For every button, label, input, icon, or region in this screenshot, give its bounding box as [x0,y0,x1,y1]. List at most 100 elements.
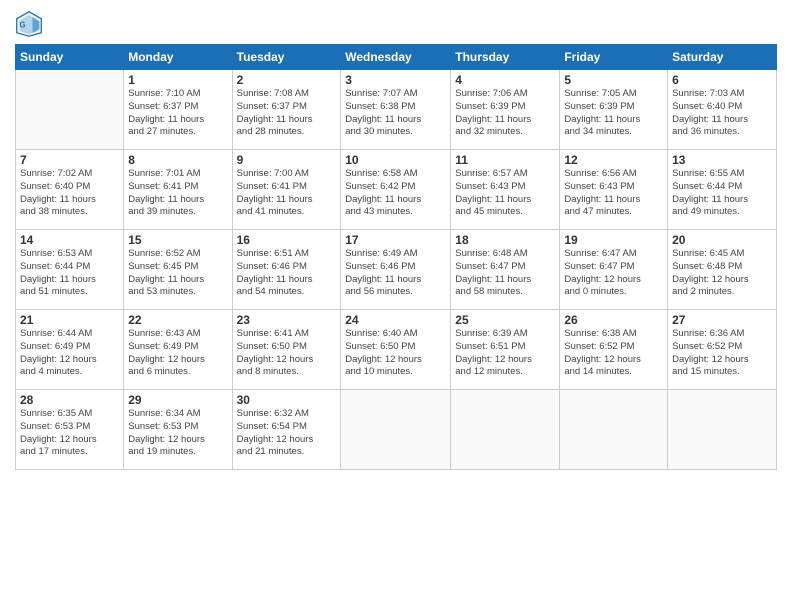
calendar-cell: 8Sunrise: 7:01 AMSunset: 6:41 PMDaylight… [124,150,232,230]
calendar-week-row: 28Sunrise: 6:35 AMSunset: 6:53 PMDayligh… [16,390,777,470]
calendar-week-row: 21Sunrise: 6:44 AMSunset: 6:49 PMDayligh… [16,310,777,390]
day-info: Sunrise: 7:02 AMSunset: 6:40 PMDaylight:… [20,168,119,219]
calendar-cell: 14Sunrise: 6:53 AMSunset: 6:44 PMDayligh… [16,230,124,310]
calendar-cell: 21Sunrise: 6:44 AMSunset: 6:49 PMDayligh… [16,310,124,390]
calendar-cell: 30Sunrise: 6:32 AMSunset: 6:54 PMDayligh… [232,390,341,470]
day-number: 19 [564,233,663,247]
calendar-cell: 23Sunrise: 6:41 AMSunset: 6:50 PMDayligh… [232,310,341,390]
day-number: 22 [128,313,227,327]
calendar-week-row: 1Sunrise: 7:10 AMSunset: 6:37 PMDaylight… [16,70,777,150]
calendar-cell [16,70,124,150]
day-info: Sunrise: 6:53 AMSunset: 6:44 PMDaylight:… [20,248,119,299]
day-info: Sunrise: 6:40 AMSunset: 6:50 PMDaylight:… [345,328,446,379]
day-number: 15 [128,233,227,247]
calendar-cell: 17Sunrise: 6:49 AMSunset: 6:46 PMDayligh… [341,230,451,310]
day-number: 16 [237,233,337,247]
day-info: Sunrise: 7:01 AMSunset: 6:41 PMDaylight:… [128,168,227,219]
day-info: Sunrise: 6:48 AMSunset: 6:47 PMDaylight:… [455,248,555,299]
day-number: 17 [345,233,446,247]
day-number: 25 [455,313,555,327]
day-number: 2 [237,73,337,87]
calendar-cell [341,390,451,470]
calendar-cell: 2Sunrise: 7:08 AMSunset: 6:37 PMDaylight… [232,70,341,150]
day-number: 27 [672,313,772,327]
day-number: 29 [128,393,227,407]
calendar-cell: 12Sunrise: 6:56 AMSunset: 6:43 PMDayligh… [560,150,668,230]
day-number: 12 [564,153,663,167]
calendar-cell [451,390,560,470]
day-number: 10 [345,153,446,167]
day-info: Sunrise: 6:35 AMSunset: 6:53 PMDaylight:… [20,408,119,459]
calendar-header-row: SundayMondayTuesdayWednesdayThursdayFrid… [16,45,777,70]
calendar-cell: 19Sunrise: 6:47 AMSunset: 6:47 PMDayligh… [560,230,668,310]
day-number: 18 [455,233,555,247]
calendar-cell [668,390,777,470]
day-number: 9 [237,153,337,167]
calendar-cell: 7Sunrise: 7:02 AMSunset: 6:40 PMDaylight… [16,150,124,230]
day-number: 11 [455,153,555,167]
day-info: Sunrise: 6:55 AMSunset: 6:44 PMDaylight:… [672,168,772,219]
svg-text:G: G [19,21,25,30]
calendar-cell: 13Sunrise: 6:55 AMSunset: 6:44 PMDayligh… [668,150,777,230]
day-number: 30 [237,393,337,407]
day-info: Sunrise: 6:47 AMSunset: 6:47 PMDaylight:… [564,248,663,299]
day-number: 5 [564,73,663,87]
calendar-week-row: 7Sunrise: 7:02 AMSunset: 6:40 PMDaylight… [16,150,777,230]
calendar-cell: 6Sunrise: 7:03 AMSunset: 6:40 PMDaylight… [668,70,777,150]
day-number: 4 [455,73,555,87]
calendar-cell: 3Sunrise: 7:07 AMSunset: 6:38 PMDaylight… [341,70,451,150]
logo: G [15,10,47,38]
calendar-cell: 4Sunrise: 7:06 AMSunset: 6:39 PMDaylight… [451,70,560,150]
day-info: Sunrise: 6:51 AMSunset: 6:46 PMDaylight:… [237,248,337,299]
day-info: Sunrise: 7:00 AMSunset: 6:41 PMDaylight:… [237,168,337,219]
calendar-day-header: Tuesday [232,45,341,70]
calendar-cell: 16Sunrise: 6:51 AMSunset: 6:46 PMDayligh… [232,230,341,310]
calendar-cell: 25Sunrise: 6:39 AMSunset: 6:51 PMDayligh… [451,310,560,390]
calendar-cell: 9Sunrise: 7:00 AMSunset: 6:41 PMDaylight… [232,150,341,230]
day-info: Sunrise: 6:57 AMSunset: 6:43 PMDaylight:… [455,168,555,219]
day-number: 1 [128,73,227,87]
day-info: Sunrise: 6:32 AMSunset: 6:54 PMDaylight:… [237,408,337,459]
day-info: Sunrise: 6:58 AMSunset: 6:42 PMDaylight:… [345,168,446,219]
day-number: 13 [672,153,772,167]
calendar-cell [560,390,668,470]
calendar-week-row: 14Sunrise: 6:53 AMSunset: 6:44 PMDayligh… [16,230,777,310]
calendar-cell: 18Sunrise: 6:48 AMSunset: 6:47 PMDayligh… [451,230,560,310]
calendar-cell: 10Sunrise: 6:58 AMSunset: 6:42 PMDayligh… [341,150,451,230]
day-number: 14 [20,233,119,247]
day-number: 20 [672,233,772,247]
calendar-cell: 28Sunrise: 6:35 AMSunset: 6:53 PMDayligh… [16,390,124,470]
calendar-day-header: Monday [124,45,232,70]
calendar-cell: 27Sunrise: 6:36 AMSunset: 6:52 PMDayligh… [668,310,777,390]
day-number: 7 [20,153,119,167]
day-info: Sunrise: 6:49 AMSunset: 6:46 PMDaylight:… [345,248,446,299]
day-info: Sunrise: 7:08 AMSunset: 6:37 PMDaylight:… [237,88,337,139]
calendar-day-header: Saturday [668,45,777,70]
calendar-cell: 26Sunrise: 6:38 AMSunset: 6:52 PMDayligh… [560,310,668,390]
calendar-day-header: Friday [560,45,668,70]
day-info: Sunrise: 7:03 AMSunset: 6:40 PMDaylight:… [672,88,772,139]
day-info: Sunrise: 6:39 AMSunset: 6:51 PMDaylight:… [455,328,555,379]
day-info: Sunrise: 6:38 AMSunset: 6:52 PMDaylight:… [564,328,663,379]
calendar-cell: 5Sunrise: 7:05 AMSunset: 6:39 PMDaylight… [560,70,668,150]
calendar-day-header: Wednesday [341,45,451,70]
calendar-cell: 15Sunrise: 6:52 AMSunset: 6:45 PMDayligh… [124,230,232,310]
day-number: 8 [128,153,227,167]
calendar-day-header: Sunday [16,45,124,70]
calendar-day-header: Thursday [451,45,560,70]
calendar-cell: 22Sunrise: 6:43 AMSunset: 6:49 PMDayligh… [124,310,232,390]
day-info: Sunrise: 7:07 AMSunset: 6:38 PMDaylight:… [345,88,446,139]
day-info: Sunrise: 6:45 AMSunset: 6:48 PMDaylight:… [672,248,772,299]
day-number: 28 [20,393,119,407]
day-number: 6 [672,73,772,87]
day-number: 3 [345,73,446,87]
calendar-cell: 24Sunrise: 6:40 AMSunset: 6:50 PMDayligh… [341,310,451,390]
calendar-cell: 20Sunrise: 6:45 AMSunset: 6:48 PMDayligh… [668,230,777,310]
calendar-cell: 29Sunrise: 6:34 AMSunset: 6:53 PMDayligh… [124,390,232,470]
calendar-cell: 11Sunrise: 6:57 AMSunset: 6:43 PMDayligh… [451,150,560,230]
calendar-table: SundayMondayTuesdayWednesdayThursdayFrid… [15,44,777,470]
day-info: Sunrise: 6:34 AMSunset: 6:53 PMDaylight:… [128,408,227,459]
day-number: 23 [237,313,337,327]
day-info: Sunrise: 6:43 AMSunset: 6:49 PMDaylight:… [128,328,227,379]
day-info: Sunrise: 6:56 AMSunset: 6:43 PMDaylight:… [564,168,663,219]
